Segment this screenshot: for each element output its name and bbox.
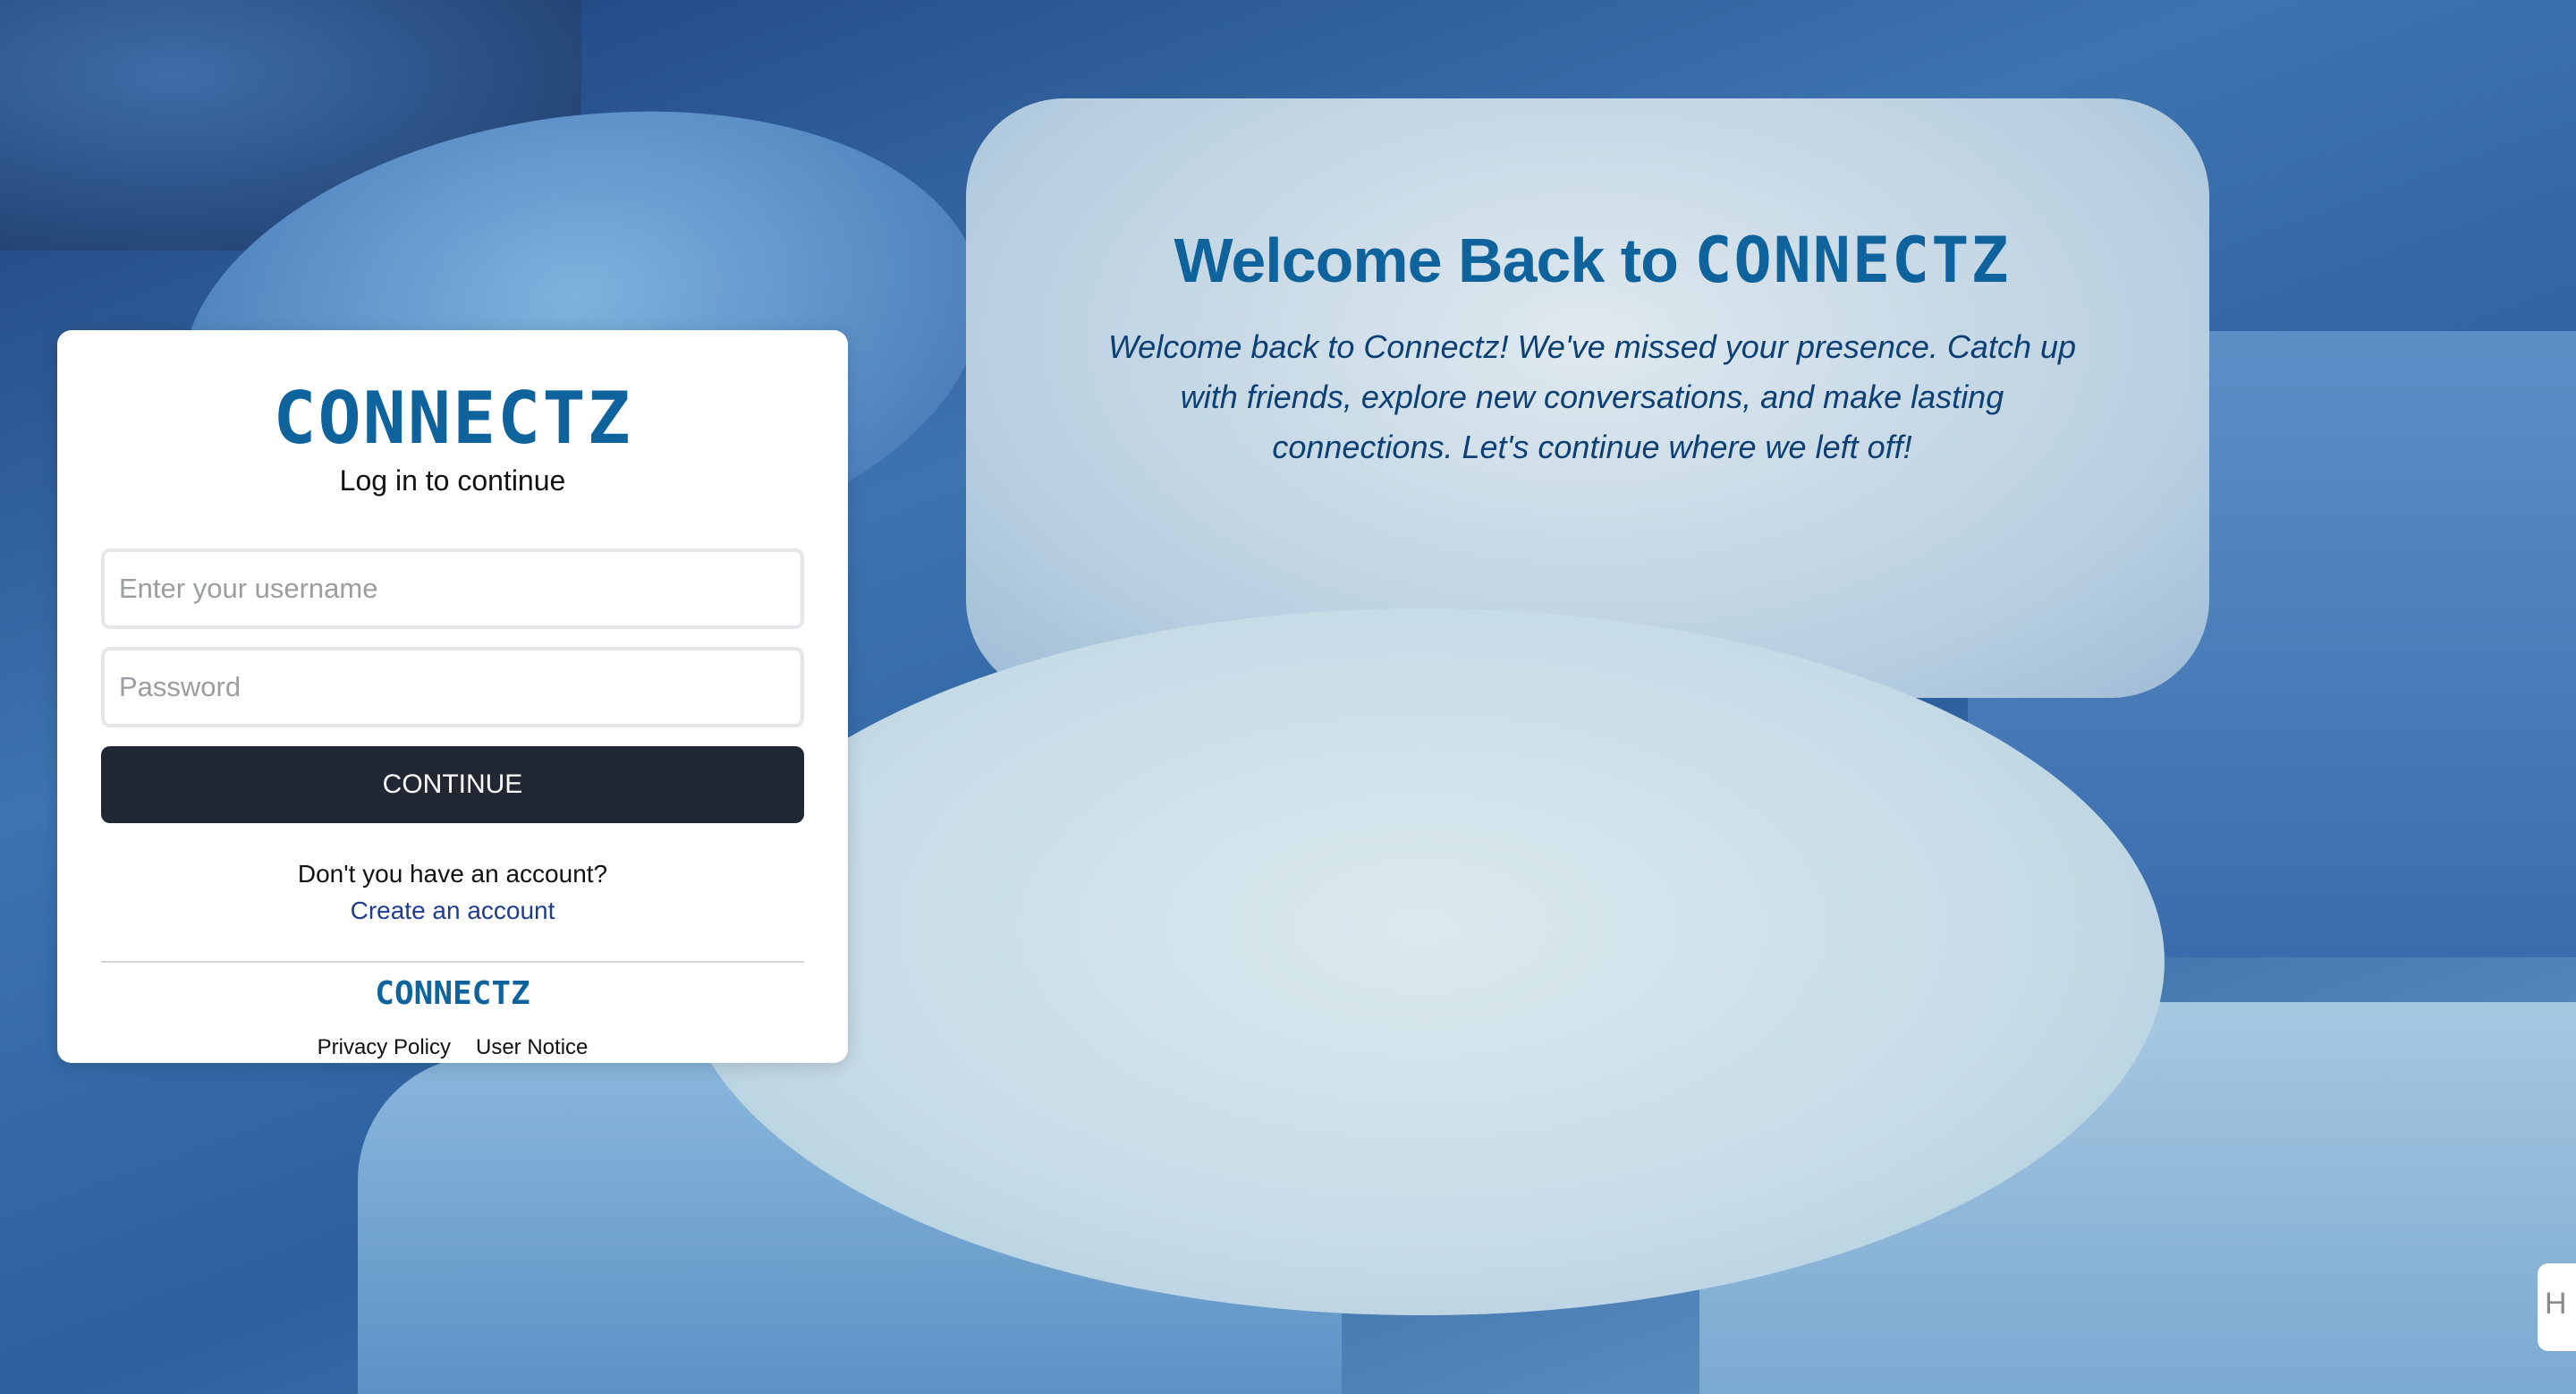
side-widget-button[interactable]: H (2538, 1263, 2576, 1351)
continue-button[interactable]: CONTINUE (101, 746, 804, 823)
privacy-policy-link[interactable]: Privacy Policy (318, 1035, 451, 1059)
footer-logo: CONNECTZ (375, 975, 530, 1012)
login-card: CONNECTZ Log in to continue CONTINUE Don… (57, 330, 848, 1063)
divider (101, 961, 804, 963)
welcome-title: Welcome Back to CONNECTZ (966, 224, 2218, 297)
footer-links: Privacy Policy User Notice (57, 1035, 848, 1060)
create-account-link[interactable]: Create an account (57, 897, 848, 925)
widget-icon: H (2545, 1287, 2567, 1321)
no-account-text: Don't you have an account? (297, 860, 608, 888)
welcome-hero: Welcome Back to CONNECTZ Welcome back to… (966, 224, 2218, 472)
background-bubble (680, 608, 2165, 1315)
welcome-title-brand: CONNECTZ (1694, 224, 2011, 297)
logo: CONNECTZ (273, 377, 632, 460)
user-notice-link[interactable]: User Notice (476, 1035, 588, 1059)
welcome-text: Welcome back to Connectz! We've missed y… (1107, 328, 2077, 465)
login-subtitle: Log in to continue (339, 464, 566, 497)
welcome-title-text: Welcome Back to (1174, 225, 1679, 295)
password-input[interactable] (101, 647, 804, 727)
username-input[interactable] (101, 548, 804, 629)
